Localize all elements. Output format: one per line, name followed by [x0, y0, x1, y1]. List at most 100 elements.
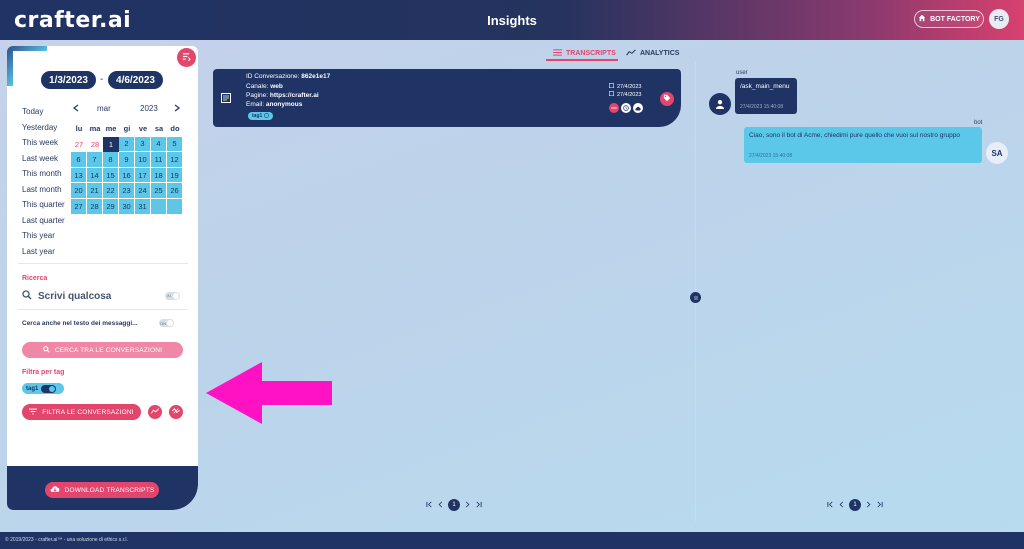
calendar-week: 27 28 1 2 3 4 5	[71, 136, 183, 153]
range-last-week[interactable]: Last week	[22, 151, 65, 167]
range-yesterday[interactable]: Yesterday	[22, 120, 65, 136]
user-avatar[interactable]: FG	[989, 9, 1009, 29]
calendar-day[interactable]: 15	[103, 167, 119, 184]
calendar-day-selected[interactable]: 1	[103, 136, 119, 153]
search-icon	[43, 345, 50, 355]
cloud-icon[interactable]	[633, 103, 643, 113]
bot-avatar: SA	[986, 142, 1008, 164]
calendar-day[interactable]: 27	[71, 198, 87, 215]
splitter-handle[interactable]	[690, 292, 701, 303]
calendar-year[interactable]: 2023	[140, 104, 158, 113]
calendar-day[interactable]: 31	[135, 198, 151, 215]
calendar-day[interactable]: 14	[87, 167, 103, 184]
calendar-month[interactable]: mar	[97, 104, 111, 113]
search-conversations-button[interactable]: CERCA TRA LE CONVERSAZIONI	[22, 342, 183, 358]
search-input[interactable]: Scrivi qualcosa	[22, 288, 182, 304]
conversation-tag[interactable]: tag1	[248, 112, 274, 120]
more-icon[interactable]	[609, 103, 619, 113]
calendar-day[interactable]: 17	[135, 167, 151, 184]
calendar-day[interactable]: 8	[103, 152, 119, 168]
calendar-day[interactable]: 22	[103, 183, 119, 199]
calendar-day[interactable]: 27	[71, 137, 87, 153]
tag-toggle[interactable]	[41, 384, 57, 393]
tabs-divider	[212, 61, 1014, 62]
calendar-day[interactable]: 12	[167, 152, 183, 168]
clock-icon[interactable]	[621, 103, 631, 113]
prev-page-icon[interactable]	[839, 501, 844, 510]
tag-icon	[663, 94, 671, 104]
add-tag-button[interactable]	[660, 92, 674, 106]
calendar-day[interactable]: 9	[119, 152, 135, 168]
user-message-time: 27/4/2023 15:40:08	[740, 104, 784, 110]
filter-conversations-button[interactable]: FILTRA LE CONVERSAZIONI	[22, 404, 141, 420]
bot-factory-button[interactable]: BOT FACTORY	[914, 10, 984, 28]
ai-toggle-label: AI	[167, 293, 171, 298]
list-icon	[553, 48, 562, 58]
channel-value: web	[270, 83, 283, 90]
calendar-day[interactable]: 24	[135, 183, 151, 199]
calendar-day[interactable]: 29	[103, 198, 119, 215]
calendar-day[interactable]: 21	[87, 183, 103, 199]
calendar-day[interactable]: 18	[151, 167, 167, 184]
next-month-icon[interactable]	[174, 104, 181, 114]
current-page[interactable]: 1	[448, 499, 460, 511]
calendar-day[interactable]: 2	[167, 198, 183, 215]
range-this-quarter[interactable]: This quarter	[22, 197, 65, 213]
range-this-week[interactable]: This week	[22, 135, 65, 151]
calendar-day[interactable]: 11	[151, 152, 167, 168]
top-header: crafter.ai Insights BOT FACTORY FG	[0, 0, 1024, 40]
bot-message-bubble: Ciao, sono il bot di Acme, chiedimi pure…	[744, 127, 982, 163]
calendar-day[interactable]: 19	[167, 167, 183, 184]
next-page-icon[interactable]	[866, 501, 871, 510]
pages-label: Pagine:	[246, 92, 270, 99]
calendar-day[interactable]: 2	[119, 136, 135, 153]
download-transcripts-button[interactable]: DOWNLOAD TRANSCRIPTS	[45, 482, 159, 498]
calendar-day[interactable]: 7	[87, 152, 103, 168]
calendar-day[interactable]: 10	[135, 152, 151, 168]
calendar-day[interactable]: 23	[119, 183, 135, 199]
range-last-quarter[interactable]: Last quarter	[22, 213, 65, 229]
start-date-picker[interactable]: 1/3/2023	[41, 71, 96, 89]
range-last-year[interactable]: Last year	[22, 244, 65, 260]
user-message-bubble: /ask_main_menu 27/4/2023 15:40:08	[735, 78, 797, 114]
calendar-day[interactable]: 30	[119, 198, 135, 215]
prev-page-icon[interactable]	[438, 501, 443, 510]
next-page-icon[interactable]	[465, 501, 470, 510]
collapse-filters-button[interactable]	[177, 48, 196, 67]
conversation-card[interactable]: ID Conversazione: 862e1e17 Canale: web P…	[213, 69, 681, 127]
first-page-icon[interactable]	[827, 501, 834, 510]
calendar-day[interactable]: 16	[119, 167, 135, 184]
bot-sender-label: bot	[974, 120, 983, 126]
calendar-day[interactable]: 4	[151, 136, 167, 153]
tab-analytics[interactable]: ANALYTICS	[626, 45, 679, 61]
calendar-grid: lu ma me gi ve sa do 27 28 1 2 3 4 5 6 7…	[71, 121, 183, 215]
conversation-start-date: 27/4/2023	[608, 83, 641, 90]
calendar-day[interactable]: 6	[71, 152, 87, 168]
calendar-day[interactable]: 26	[167, 183, 183, 199]
calendar-day[interactable]: 3	[135, 136, 151, 153]
calendar-day[interactable]: 25	[151, 183, 167, 199]
tag-filter-label: Filtra per tag	[22, 369, 65, 376]
last-page-icon[interactable]	[876, 501, 883, 510]
range-today[interactable]: Today	[22, 104, 65, 120]
range-this-month[interactable]: This month	[22, 166, 65, 182]
calendar-day[interactable]: 28	[87, 137, 103, 153]
trend-button[interactable]	[148, 405, 162, 419]
calendar-weekday-row: lu ma me gi ve sa do	[71, 121, 183, 137]
tag-chip[interactable]: tag1	[22, 383, 64, 394]
calendar-day[interactable]: 1	[151, 198, 167, 215]
email-label: Email:	[246, 101, 266, 108]
calendar-day[interactable]: 28	[87, 198, 103, 215]
prev-month-icon[interactable]	[72, 104, 79, 114]
last-page-icon[interactable]	[475, 501, 482, 510]
range-this-year[interactable]: This year	[22, 228, 65, 244]
first-page-icon[interactable]	[426, 501, 433, 510]
calendar-day[interactable]: 5	[167, 136, 183, 153]
end-date-picker[interactable]: 4/6/2023	[108, 71, 163, 89]
current-page[interactable]: 1	[849, 499, 861, 511]
weekday-label: gi	[123, 124, 131, 134]
clear-filter-button[interactable]	[169, 405, 183, 419]
range-last-month[interactable]: Last month	[22, 182, 65, 198]
calendar-day[interactable]: 20	[71, 183, 87, 199]
calendar-day[interactable]: 13	[71, 167, 87, 184]
